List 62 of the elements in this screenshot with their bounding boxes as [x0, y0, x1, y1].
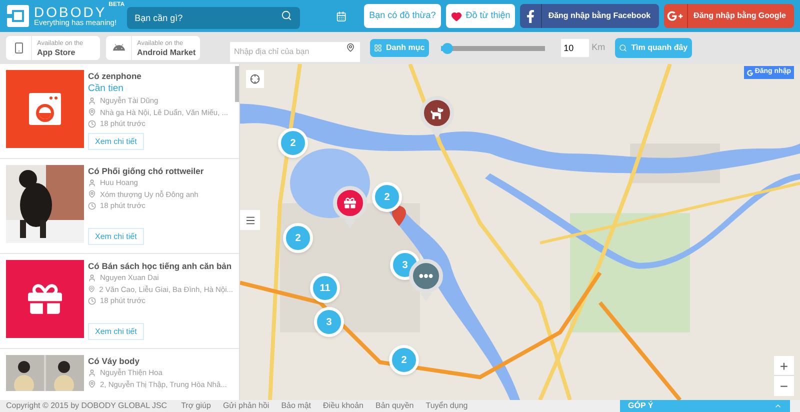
search-icon [280, 10, 292, 21]
details-button[interactable]: Xem chi tiết [88, 322, 144, 340]
search-nearby-button[interactable]: Tìm quanh đây [615, 38, 692, 58]
facebook-login-button[interactable]: Đăng nhập bằng Facebook [520, 4, 659, 28]
unit-label: Km [592, 41, 606, 54]
footer-link[interactable]: Gửi phản hồi [222, 400, 270, 412]
zoom-out-button[interactable]: − [774, 376, 794, 396]
scrollbar-thumb[interactable] [235, 66, 239, 102]
location-icon [88, 380, 96, 388]
menu-button[interactable] [240, 210, 260, 230]
category-button[interactable]: Danh mục [370, 39, 429, 57]
location-pin-icon [392, 206, 406, 226]
footer-link[interactable]: Bản quyền [376, 400, 414, 412]
details-button[interactable]: Xem chi tiết [88, 228, 144, 245]
details-button[interactable]: Xem chi tiết [88, 132, 144, 150]
charity-button[interactable]: Đồ từ thiện [446, 4, 516, 28]
search-field[interactable]: Bạn cần gì? [126, 7, 300, 29]
dog-icon [430, 106, 444, 120]
search-icon [619, 44, 628, 52]
feedback-button[interactable]: GÓP Ý [620, 400, 790, 412]
gift-icon [28, 282, 62, 316]
locate-button[interactable] [246, 70, 264, 88]
calendar-icon[interactable] [336, 10, 346, 22]
distance-field[interactable]: 10 [560, 39, 589, 57]
logo-text: DOBODY [34, 5, 107, 20]
location-icon [88, 190, 96, 198]
listing-title[interactable]: Có Bán sách học tiếng anh căn bản [88, 260, 233, 272]
footer-link[interactable]: Bảo mật [281, 400, 312, 412]
menu-icon [244, 214, 256, 226]
listing-tag: Cần tien [88, 82, 228, 95]
listing-title[interactable]: Có zenphone [88, 70, 228, 82]
chevron-up-icon [774, 402, 782, 410]
google-login-button[interactable]: Đăng nhập bằng Google [664, 4, 794, 28]
google-plus-icon [667, 8, 684, 24]
user-icon [88, 274, 96, 282]
washing-machine-icon [27, 91, 63, 127]
heart-icon [450, 10, 462, 22]
user-icon [88, 96, 96, 105]
user-icon [88, 178, 96, 187]
footer-link[interactable]: Trợ giúp [181, 400, 211, 412]
phone-icon [12, 42, 24, 54]
footer-link[interactable]: Điều khoản [323, 400, 364, 412]
copyright-text: Copyright © 2015 by DOBODY GLOBAL JSC [6, 400, 168, 412]
address-field[interactable]: Nhập địa chỉ của bạn [230, 42, 360, 62]
gift-icon [344, 197, 356, 209]
location-icon [88, 108, 96, 116]
crosshair-icon [250, 74, 260, 84]
clock-icon [88, 120, 96, 128]
zoom-in-button[interactable]: + [774, 356, 794, 376]
radius-slider[interactable] [440, 42, 545, 54]
listing-title[interactable]: Có Váy body [88, 355, 227, 367]
location-icon [346, 43, 355, 52]
location-icon [88, 285, 96, 294]
google-icon [746, 70, 753, 76]
grid-icon [374, 44, 382, 52]
clock-icon [88, 202, 96, 210]
footer-link[interactable]: Tuyển dụng [426, 400, 468, 412]
logo-icon [6, 4, 30, 28]
listing-title[interactable]: Có Phối giống chó rottweiler [88, 165, 204, 177]
offer-button[interactable]: Bạn có đồ thừa? [364, 4, 441, 28]
clock-icon [88, 296, 96, 305]
user-icon [88, 368, 96, 377]
